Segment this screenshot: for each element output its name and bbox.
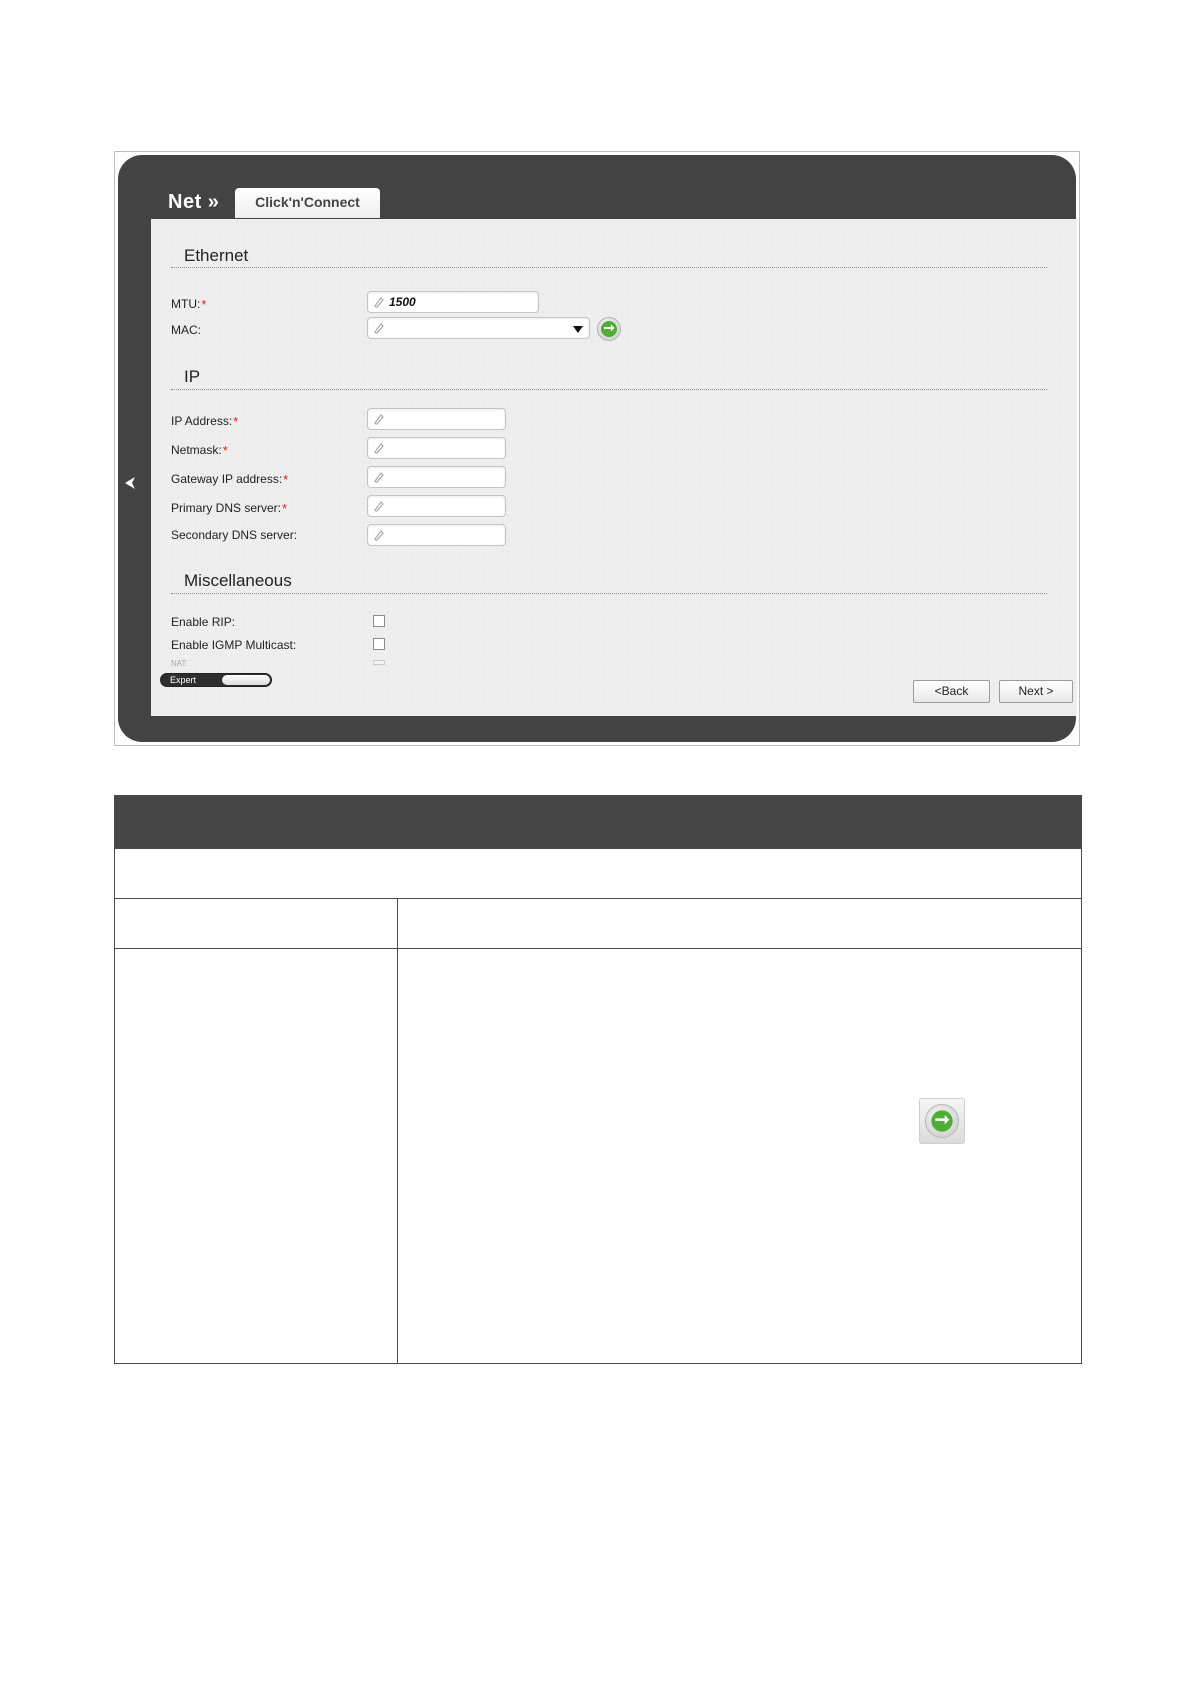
required-mark: * — [222, 443, 228, 458]
ip-address-label: IP Address:* — [171, 414, 239, 429]
mtu-value: 1500 — [389, 295, 416, 309]
breadcrumb-net[interactable]: Net » — [168, 191, 219, 214]
mac-clone-button-sample — [925, 1104, 959, 1138]
mtu-input[interactable]: 1500 — [367, 291, 539, 313]
enable-igmp-checkbox[interactable] — [373, 638, 385, 650]
green-arrows-icon — [931, 1110, 953, 1132]
mtu-label: MTU:* — [171, 297, 207, 312]
gateway-input[interactable] — [367, 466, 506, 488]
enable-rip-checkbox[interactable] — [373, 615, 385, 627]
netmask-label: Netmask:* — [171, 443, 228, 458]
mac-clone-icon-sample — [919, 1098, 965, 1144]
mac-select[interactable] — [367, 317, 590, 339]
pencil-icon — [374, 501, 384, 512]
required-mark: * — [282, 501, 288, 516]
section-divider — [171, 593, 1047, 594]
pencil-icon — [374, 297, 384, 308]
ip-address-input[interactable] — [367, 408, 506, 430]
expert-label: Expert — [170, 675, 197, 685]
expert-mode-toggle[interactable]: Expert — [160, 673, 272, 687]
primary-dns-input[interactable] — [367, 495, 506, 517]
next-button[interactable]: Next > — [999, 680, 1073, 703]
primary-dns-label: Primary DNS server:* — [171, 501, 288, 516]
nat-label: NAT: — [171, 659, 188, 668]
required-mark: * — [283, 472, 289, 487]
app-shell: Net » Click'n'Connect Ethernet MTU:* 150… — [118, 155, 1077, 742]
section-divider — [171, 267, 1047, 268]
back-button[interactable]: <Back — [913, 680, 990, 703]
pencil-icon — [374, 323, 384, 334]
table-row-divider — [115, 948, 1081, 949]
netmask-input[interactable] — [367, 437, 506, 459]
enable-igmp-label: Enable IGMP Multicast: — [171, 638, 297, 652]
mac-label: MAC: — [171, 323, 201, 337]
section-title-miscellaneous: Miscellaneous — [184, 571, 292, 590]
settings-panel: Ethernet MTU:* 1500 MAC: IP IP Address:*… — [151, 219, 1077, 716]
green-arrows-icon — [601, 321, 617, 337]
section-title-ethernet: Ethernet — [184, 246, 249, 265]
required-mark: * — [233, 414, 239, 429]
table-row-divider — [115, 848, 1081, 849]
chevron-left-icon[interactable] — [123, 475, 137, 491]
table-column-divider — [397, 898, 398, 1363]
section-title-ip: IP — [184, 367, 201, 386]
nat-checkbox[interactable] — [373, 660, 385, 665]
parameters-table — [114, 795, 1082, 1364]
pencil-icon — [374, 472, 384, 483]
gateway-label: Gateway IP address:* — [171, 472, 289, 487]
table-row-divider — [115, 898, 1081, 899]
secondary-dns-input[interactable] — [367, 524, 506, 546]
screenshot-frame: Net » Click'n'Connect Ethernet MTU:* 150… — [114, 151, 1080, 746]
pencil-icon — [374, 443, 384, 454]
triangle-down-icon[interactable] — [573, 326, 583, 333]
section-divider — [171, 389, 1047, 390]
tab-click-n-connect[interactable]: Click'n'Connect — [235, 188, 380, 218]
mac-clone-button[interactable] — [597, 317, 621, 341]
enable-rip-label: Enable RIP: — [171, 615, 236, 629]
pencil-icon — [374, 414, 384, 425]
toggle-knob[interactable] — [222, 675, 270, 685]
pencil-icon — [374, 530, 384, 541]
required-mark: * — [201, 297, 207, 312]
secondary-dns-label: Secondary DNS server: — [171, 528, 298, 542]
table-header — [115, 796, 1081, 848]
